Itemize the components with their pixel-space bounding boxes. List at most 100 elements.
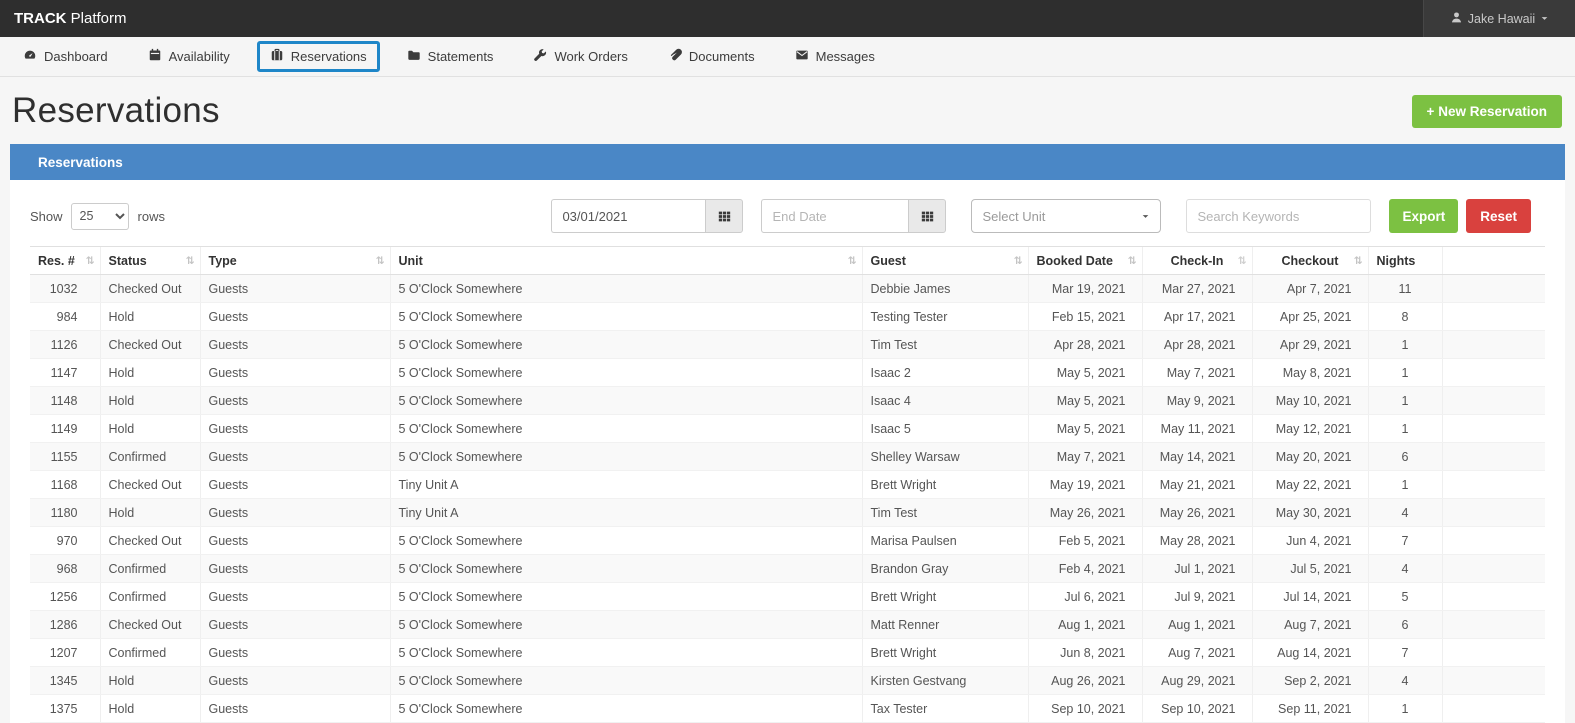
sort-icon-active[interactable]: ⇅ bbox=[1238, 255, 1247, 267]
nav-item-documents[interactable]: Documents bbox=[655, 41, 768, 72]
sort-icon[interactable]: ⇅ bbox=[1354, 255, 1363, 267]
column-header-res[interactable]: Res. #⇅ bbox=[30, 247, 100, 275]
show-label: Show bbox=[30, 209, 63, 224]
sort-icon[interactable]: ⇅ bbox=[1128, 255, 1137, 267]
table-row[interactable]: 1149HoldGuests5 O'Clock SomewhereIsaac 5… bbox=[30, 415, 1545, 443]
start-date-input[interactable] bbox=[551, 199, 705, 233]
column-label: Checkout bbox=[1282, 254, 1339, 268]
cell-checkin: Jul 1, 2021 bbox=[1142, 555, 1252, 583]
cell-unit: 5 O'Clock Somewhere bbox=[390, 303, 862, 331]
column-header-type[interactable]: Type⇅ bbox=[200, 247, 390, 275]
cell-res: 1147 bbox=[30, 359, 100, 387]
nav-item-messages[interactable]: Messages bbox=[782, 41, 888, 72]
cell-unit: 5 O'Clock Somewhere bbox=[390, 359, 862, 387]
start-date-group bbox=[551, 199, 743, 233]
table-row[interactable]: 1345HoldGuests5 O'Clock SomewhereKirsten… bbox=[30, 667, 1545, 695]
caret-down-icon bbox=[1141, 209, 1150, 224]
calendar-grid-icon[interactable] bbox=[705, 199, 743, 233]
cell-booked: May 5, 2021 bbox=[1028, 359, 1142, 387]
cell-checkout: Jun 4, 2021 bbox=[1252, 527, 1368, 555]
nav-item-work-orders[interactable]: Work Orders bbox=[520, 41, 640, 72]
cell-guest: Tim Test bbox=[862, 499, 1028, 527]
nav-item-statements[interactable]: Statements bbox=[394, 41, 507, 72]
export-button[interactable]: Export bbox=[1389, 199, 1458, 233]
cell-res: 1126 bbox=[30, 331, 100, 359]
cell-guest: Testing Tester bbox=[862, 303, 1028, 331]
column-header-unit[interactable]: Unit ⇅ bbox=[390, 247, 862, 275]
cell-booked: Sep 10, 2021 bbox=[1028, 695, 1142, 723]
nav-label: Work Orders bbox=[554, 49, 627, 64]
new-reservation-button[interactable]: + New Reservation bbox=[1412, 95, 1562, 128]
cell-checkin: May 21, 2021 bbox=[1142, 471, 1252, 499]
cell-res: 1168 bbox=[30, 471, 100, 499]
table-row[interactable]: 1147HoldGuests5 O'Clock SomewhereIsaac 2… bbox=[30, 359, 1545, 387]
cell-guest: Tax Tester bbox=[862, 695, 1028, 723]
table-row[interactable]: 1207ConfirmedGuests5 O'Clock SomewhereBr… bbox=[30, 639, 1545, 667]
end-date-input[interactable] bbox=[761, 199, 908, 233]
cell-checkin: Mar 27, 2021 bbox=[1142, 275, 1252, 303]
cell-checkin: Aug 29, 2021 bbox=[1142, 667, 1252, 695]
table-row[interactable]: 1375HoldGuests5 O'Clock SomewhereTax Tes… bbox=[30, 695, 1545, 723]
table-row[interactable]: 1256ConfirmedGuests5 O'Clock SomewhereBr… bbox=[30, 583, 1545, 611]
calendar-grid-icon[interactable] bbox=[908, 199, 946, 233]
user-menu[interactable]: Jake Hawaii bbox=[1423, 0, 1575, 37]
search-input[interactable] bbox=[1186, 199, 1371, 233]
column-header-guest[interactable]: Guest⇅ bbox=[862, 247, 1028, 275]
cell-guest: Matt Renner bbox=[862, 611, 1028, 639]
cell-unit: 5 O'Clock Somewhere bbox=[390, 275, 862, 303]
cell-status: Hold bbox=[100, 415, 200, 443]
table-row[interactable]: 1148HoldGuests5 O'Clock SomewhereIsaac 4… bbox=[30, 387, 1545, 415]
cell-actions bbox=[1442, 387, 1545, 415]
panel-header: Reservations bbox=[10, 144, 1565, 180]
cell-guest: Isaac 2 bbox=[862, 359, 1028, 387]
nav-item-reservations[interactable]: Reservations bbox=[257, 41, 380, 72]
cell-type: Guests bbox=[200, 583, 390, 611]
column-header-checkout[interactable]: Checkout ⇅ bbox=[1252, 247, 1368, 275]
page-title: Reservations bbox=[12, 91, 220, 131]
column-header-actions bbox=[1442, 247, 1545, 275]
column-header-nights[interactable]: Nights bbox=[1368, 247, 1442, 275]
table-row[interactable]: 1126Checked OutGuests5 O'Clock Somewhere… bbox=[30, 331, 1545, 359]
table-row[interactable]: 1032Checked OutGuests5 O'Clock Somewhere… bbox=[30, 275, 1545, 303]
table-row[interactable]: 1180HoldGuestsTiny Unit ATim TestMay 26,… bbox=[30, 499, 1545, 527]
cell-guest: Kirsten Gestvang bbox=[862, 667, 1028, 695]
nav-item-availability[interactable]: Availability bbox=[135, 41, 243, 72]
plus-icon: + bbox=[1427, 104, 1435, 119]
cell-status: Hold bbox=[100, 387, 200, 415]
table-row[interactable]: 984HoldGuests5 O'Clock SomewhereTesting … bbox=[30, 303, 1545, 331]
column-header-booked[interactable]: Booked Date⇅ bbox=[1028, 247, 1142, 275]
cell-checkout: May 20, 2021 bbox=[1252, 443, 1368, 471]
cell-guest: Brett Wright bbox=[862, 639, 1028, 667]
unit-select-placeholder: Select Unit bbox=[982, 209, 1045, 224]
sort-icon[interactable]: ⇅ bbox=[186, 255, 195, 267]
nav-item-dashboard[interactable]: Dashboard bbox=[10, 41, 121, 72]
reset-button[interactable]: Reset bbox=[1466, 199, 1531, 233]
sort-icon[interactable]: ⇅ bbox=[1014, 255, 1023, 267]
cell-checkout: May 10, 2021 bbox=[1252, 387, 1368, 415]
column-label: Unit bbox=[399, 254, 423, 268]
rows-label: rows bbox=[138, 209, 165, 224]
table-row[interactable]: 1286Checked OutGuests5 O'Clock Somewhere… bbox=[30, 611, 1545, 639]
folder-icon bbox=[407, 48, 421, 65]
nav-label: Statements bbox=[428, 49, 494, 64]
cell-actions bbox=[1442, 611, 1545, 639]
unit-select[interactable]: Select Unit bbox=[971, 199, 1161, 233]
column-header-status[interactable]: Status⇅ bbox=[100, 247, 200, 275]
table-row[interactable]: 1155ConfirmedGuests5 O'Clock SomewhereSh… bbox=[30, 443, 1545, 471]
column-header-checkin[interactable]: Check-In⇅ bbox=[1142, 247, 1252, 275]
cell-status: Confirmed bbox=[100, 555, 200, 583]
cell-status: Hold bbox=[100, 303, 200, 331]
sort-icon[interactable]: ⇅ bbox=[376, 255, 385, 267]
sort-icon[interactable]: ⇅ bbox=[848, 255, 857, 267]
cell-checkout: May 12, 2021 bbox=[1252, 415, 1368, 443]
sort-icon[interactable]: ⇅ bbox=[86, 255, 95, 267]
table-row[interactable]: 1168Checked OutGuestsTiny Unit ABrett Wr… bbox=[30, 471, 1545, 499]
filter-bar: Show 25 rows Select Unit Export Reset bbox=[30, 199, 1553, 233]
cell-checkin: May 9, 2021 bbox=[1142, 387, 1252, 415]
page-size-select[interactable]: 25 bbox=[71, 203, 129, 230]
cell-actions bbox=[1442, 443, 1545, 471]
cell-booked: May 5, 2021 bbox=[1028, 387, 1142, 415]
table-row[interactable]: 968ConfirmedGuests5 O'Clock SomewhereBra… bbox=[30, 555, 1545, 583]
suitcase-icon bbox=[270, 48, 284, 65]
table-row[interactable]: 970Checked OutGuests5 O'Clock SomewhereM… bbox=[30, 527, 1545, 555]
